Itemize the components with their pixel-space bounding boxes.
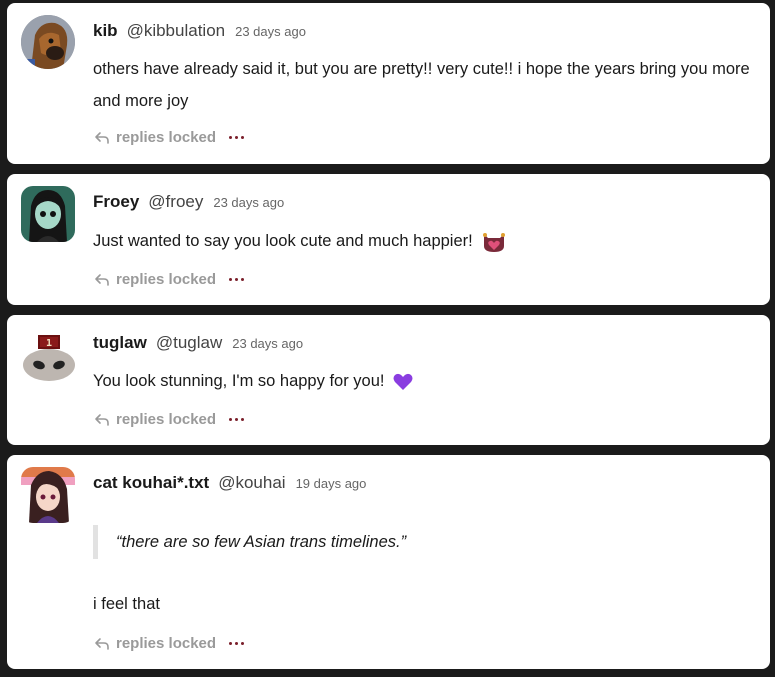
avatar[interactable]: 1	[21, 327, 75, 381]
comment-header: cat kouhai*.txt @kouhai 19 days ago	[93, 473, 366, 493]
author-handle[interactable]: @kouhai	[218, 473, 285, 493]
replies-locked-label: replies locked	[116, 411, 217, 428]
author-handle[interactable]: @froey	[148, 192, 203, 212]
comment-body: Just wanted to say you look cute and muc…	[93, 225, 750, 257]
author-name[interactable]: Froey	[93, 192, 139, 212]
comment-card: kib @kibbulation 23 days ago others have…	[7, 3, 770, 164]
avatar-image: 1	[23, 335, 75, 381]
reply-icon	[95, 273, 109, 286]
comment-header: kib @kibbulation 23 days ago	[93, 21, 306, 41]
comment-actions: replies locked	[94, 271, 245, 288]
blockquote: “there are so few Asian trans timelines.…	[93, 525, 750, 559]
avatar[interactable]	[21, 15, 75, 69]
comment-card: 1 tuglaw @tuglaw 23 days ago You look st…	[7, 315, 770, 445]
more-options-icon[interactable]	[229, 412, 245, 428]
avatar-image	[21, 467, 75, 523]
author-name[interactable]: kib	[93, 21, 118, 41]
comment-header: Froey @froey 23 days ago	[93, 192, 284, 212]
avatar-badge-number: 1	[46, 338, 52, 349]
comment-text: Just wanted to say you look cute and muc…	[93, 232, 473, 250]
reply-icon	[95, 131, 109, 144]
author-name[interactable]: cat kouhai*.txt	[93, 473, 209, 493]
author-handle[interactable]: @tuglaw	[156, 333, 222, 353]
replies-locked-label: replies locked	[116, 635, 217, 652]
author-name[interactable]: tuglaw	[93, 333, 147, 353]
reply-icon	[95, 413, 109, 426]
comment-header: tuglaw @tuglaw 23 days ago	[93, 333, 303, 353]
timestamp[interactable]: 23 days ago	[213, 195, 284, 210]
timestamp[interactable]: 23 days ago	[235, 24, 306, 39]
comment-card: cat kouhai*.txt @kouhai 19 days ago “the…	[7, 455, 770, 669]
comment-text: You look stunning, I'm so happy for you!	[93, 372, 385, 390]
timestamp[interactable]: 19 days ago	[296, 476, 367, 491]
replies-locked-label: replies locked	[116, 271, 217, 288]
comment-card: Froey @froey 23 days ago Just wanted to …	[7, 174, 770, 305]
reply-icon	[95, 637, 109, 650]
avatar[interactable]	[21, 186, 75, 242]
timestamp[interactable]: 23 days ago	[232, 336, 303, 351]
avatar-image	[21, 186, 75, 242]
comment-actions: replies locked	[94, 129, 245, 146]
comment-text: i feel that	[93, 595, 160, 613]
replies-locked-label: replies locked	[116, 129, 217, 146]
cat-heart-emoji	[483, 232, 506, 252]
comment-actions: replies locked	[94, 411, 245, 428]
more-options-icon[interactable]	[229, 636, 245, 652]
author-handle[interactable]: @kibbulation	[127, 21, 226, 41]
comment-actions: replies locked	[94, 635, 245, 652]
comment-text: others have already said it, but you are…	[93, 60, 750, 110]
more-options-icon[interactable]	[229, 130, 245, 146]
avatar[interactable]	[21, 467, 75, 523]
avatar-image	[21, 15, 75, 69]
comment-body: You look stunning, I'm so happy for you!	[93, 365, 750, 397]
purple-heart-emoji	[393, 373, 413, 390]
more-options-icon[interactable]	[229, 272, 245, 288]
